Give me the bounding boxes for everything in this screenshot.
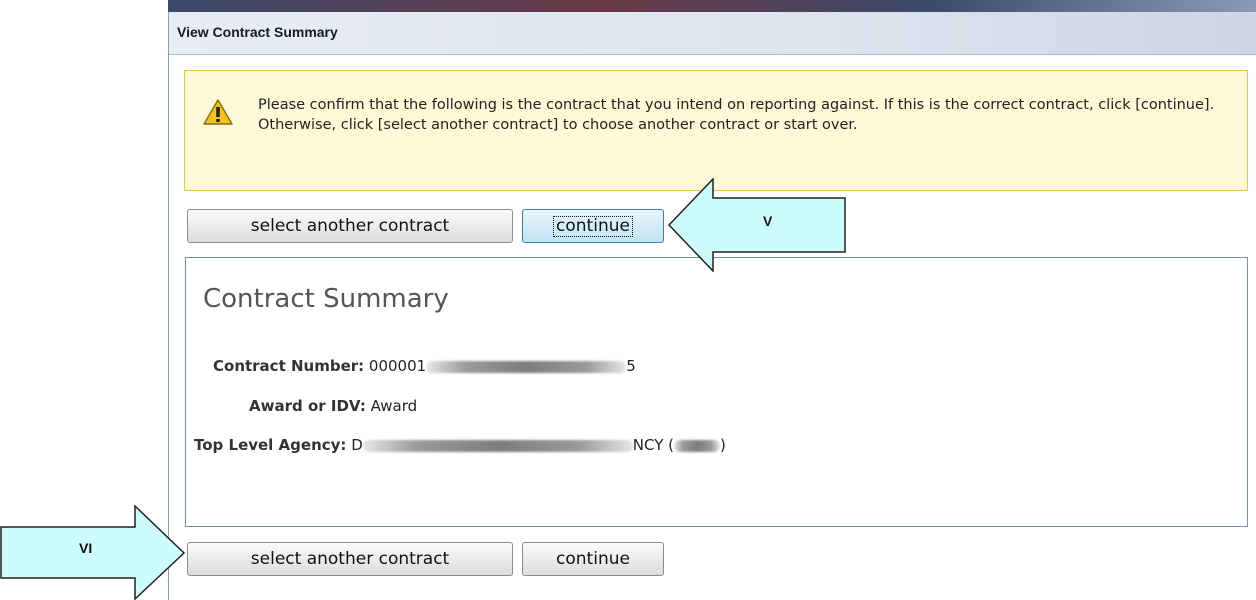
select-another-contract-button-top[interactable]: select another contract — [187, 209, 513, 243]
award-idv-row: Award or IDV: Award — [249, 397, 417, 415]
contract-number-end: 5 — [626, 357, 636, 375]
button-label: select another contract — [250, 216, 450, 236]
summary-heading: Contract Summary — [203, 284, 449, 314]
award-idv-value: Award — [370, 397, 418, 415]
redacted-agency-name — [362, 439, 633, 452]
confirmation-alert: Please confirm that the following is the… — [184, 70, 1248, 191]
callout-label-v: V — [763, 213, 773, 229]
warning-icon — [203, 99, 233, 125]
award-idv-label: Award or IDV: — [249, 397, 366, 415]
button-label: continue — [556, 549, 630, 569]
dialog-title: View Contract Summary — [177, 24, 338, 40]
dialog-window: View Contract Summary Please confirm tha… — [168, 12, 1256, 600]
callout-arrow-vi — [0, 505, 186, 600]
contract-number-row: Contract Number: 000001 5 — [213, 357, 636, 375]
contract-number-label: Contract Number: — [213, 357, 365, 375]
continue-button-bottom[interactable]: continue — [522, 542, 664, 576]
button-label: continue — [553, 215, 633, 237]
contract-number-start: 000001 — [368, 357, 427, 375]
agency-close: ) — [719, 436, 726, 454]
alert-message: Please confirm that the following is the… — [258, 97, 1215, 133]
select-another-contract-button-bottom[interactable]: select another contract — [187, 542, 513, 576]
button-label: select another contract — [250, 549, 450, 569]
continue-button-top[interactable]: continue — [522, 209, 664, 243]
callout-arrow-v — [668, 178, 846, 272]
redacted-contract-number — [426, 360, 627, 373]
contract-summary-panel: Contract Summary Contract Number: 000001… — [185, 257, 1248, 527]
agency-start: D — [351, 436, 363, 454]
agency-end: NCY ( — [632, 436, 674, 454]
callout-label-vi: VI — [79, 540, 93, 556]
dialog-titlebar: View Contract Summary — [169, 12, 1256, 55]
agency-row: Top Level Agency: D NCY () — [194, 436, 726, 454]
agency-label: Top Level Agency: — [194, 436, 347, 454]
top-background-strip — [168, 0, 1256, 12]
redacted-agency-code — [673, 439, 720, 452]
